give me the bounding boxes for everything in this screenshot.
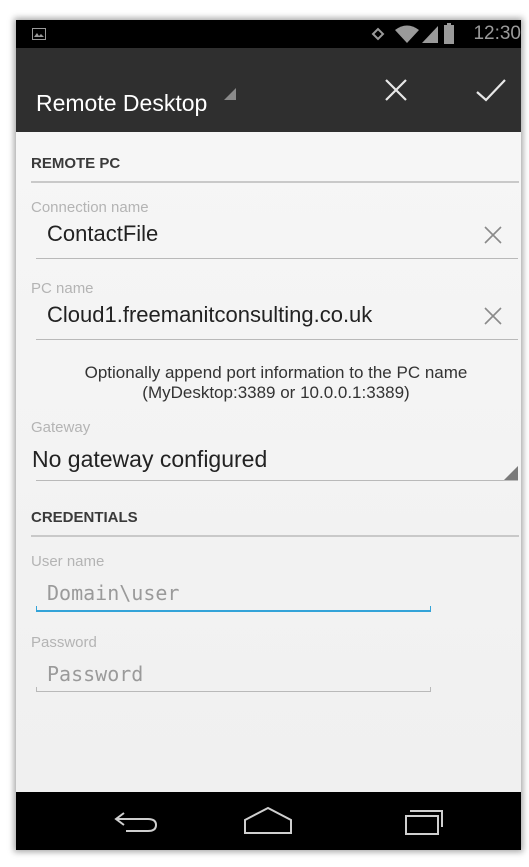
field-underline	[36, 691, 431, 692]
field-underline	[36, 258, 518, 259]
back-button[interactable]	[108, 802, 168, 840]
recent-apps-button[interactable]	[396, 802, 456, 840]
pc-name-field[interactable]: Cloud1.freemanitconsulting.co.uk	[47, 302, 372, 328]
field-underline	[36, 339, 518, 340]
gateway-dropdown[interactable]: No gateway configured	[32, 446, 518, 480]
signal-icon	[422, 26, 438, 43]
password-input[interactable]	[36, 657, 442, 691]
device-screen: 12:30 Remote Desktop REMOTE PC Connectio…	[16, 20, 521, 850]
recent-apps-icon	[405, 810, 443, 835]
section-divider	[31, 181, 519, 183]
settings-form: REMOTE PC Connection name ContactFile PC…	[16, 132, 521, 792]
section-header-credentials: CREDENTIALS	[31, 509, 138, 526]
app-title[interactable]: Remote Desktop	[36, 90, 207, 117]
connection-name-label: Connection name	[31, 199, 149, 216]
port-hint-line2: (MyDesktop:3389 or 10.0.0.1:3389)	[142, 383, 410, 402]
battery-icon	[444, 23, 454, 44]
section-header-remote-pc: REMOTE PC	[31, 155, 121, 172]
section-divider	[31, 535, 519, 537]
dropdown-corner-icon	[224, 88, 236, 100]
status-bar: 12:30	[16, 20, 521, 48]
gateway-label: Gateway	[31, 419, 91, 436]
password-label: Password	[31, 634, 97, 651]
navigation-bar	[16, 792, 521, 850]
home-button[interactable]	[238, 802, 298, 840]
clear-icon	[484, 307, 502, 325]
close-icon	[385, 79, 407, 101]
connection-name-field[interactable]: ContactFile	[47, 221, 158, 247]
port-hint-line1: Optionally append port information to th…	[84, 363, 468, 382]
wifi-icon	[395, 25, 419, 43]
user-name-label: User name	[31, 553, 105, 570]
check-icon	[476, 79, 506, 102]
underline-tick	[430, 606, 431, 611]
clear-connection-name-button[interactable]	[479, 221, 507, 249]
clear-icon	[484, 226, 502, 244]
action-bar: Remote Desktop	[16, 48, 521, 132]
pc-name-label: PC name	[31, 280, 94, 297]
rotate-icon	[371, 27, 385, 41]
underline-tick	[430, 687, 431, 692]
image-icon	[32, 28, 46, 40]
clear-pc-name-button[interactable]	[479, 302, 507, 330]
dropdown-corner-icon	[504, 466, 518, 480]
underline-tick	[36, 687, 37, 692]
focus-underline	[36, 610, 431, 612]
status-time: 12:30	[473, 23, 521, 44]
user-name-input[interactable]	[36, 576, 442, 610]
back-icon	[114, 812, 158, 832]
underline-tick	[36, 606, 37, 611]
cancel-button[interactable]	[376, 70, 416, 110]
gateway-value: No gateway configured	[32, 446, 268, 472]
save-button[interactable]	[471, 70, 511, 110]
home-icon	[244, 806, 292, 834]
field-underline	[36, 480, 518, 481]
